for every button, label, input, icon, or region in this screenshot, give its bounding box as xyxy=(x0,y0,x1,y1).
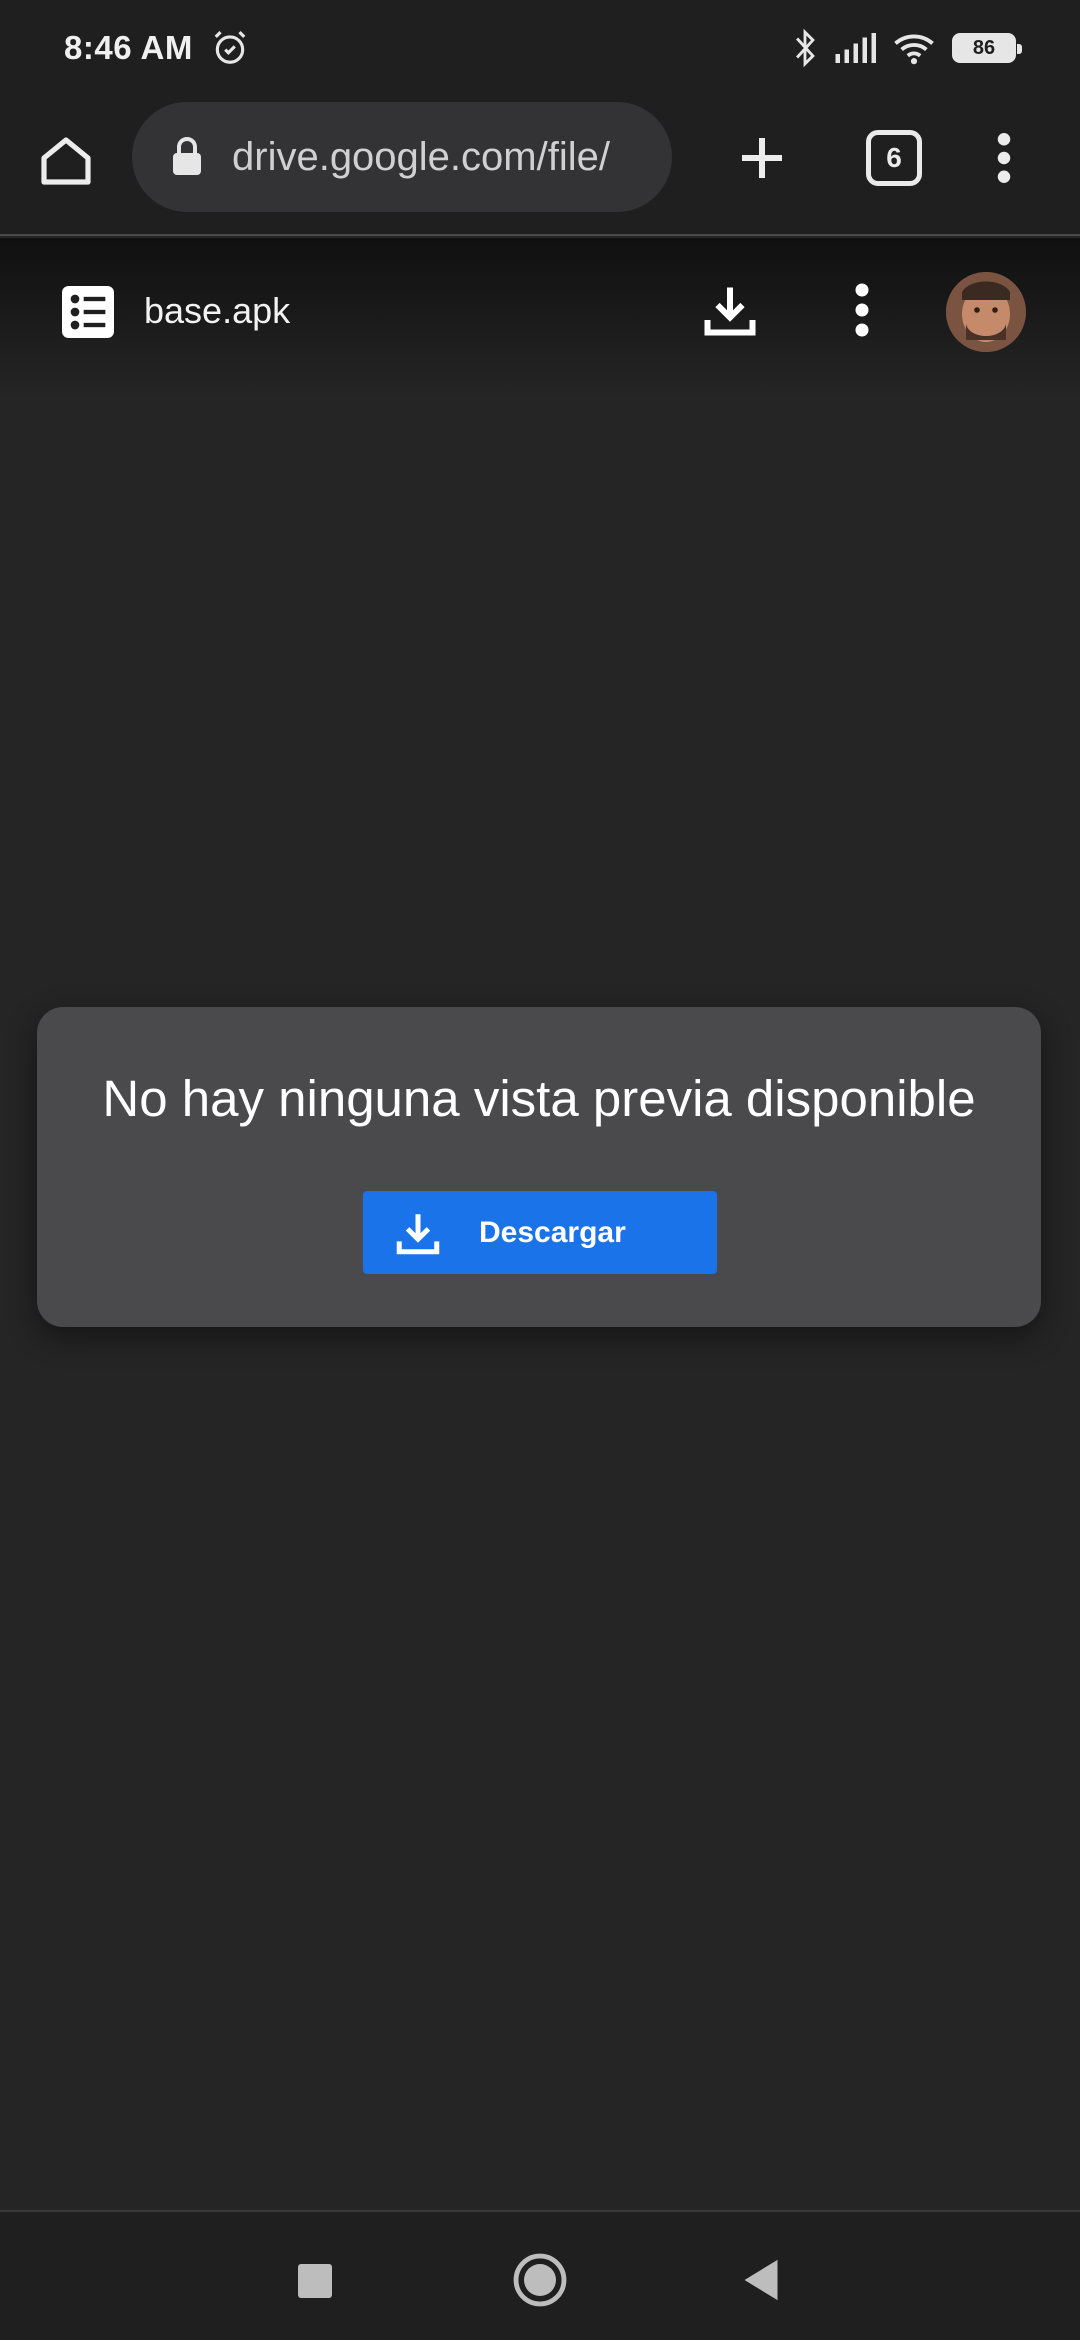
wifi-icon xyxy=(894,34,934,65)
download-icon xyxy=(396,1213,440,1254)
back-icon[interactable] xyxy=(742,2258,780,2302)
system-nav-bar xyxy=(0,2210,1080,2340)
download-button-label: Descargar xyxy=(479,1215,626,1249)
tab-count: 6 xyxy=(886,142,902,173)
no-preview-message: No hay ninguna vista previa disponible xyxy=(102,1070,976,1127)
browser-menu-button[interactable] xyxy=(984,126,1024,190)
status-icons: 86 xyxy=(792,29,1022,67)
no-preview-card: No hay ninguna vista previa disponible D… xyxy=(37,1007,1041,1327)
download-button[interactable]: Descargar xyxy=(363,1191,717,1274)
home-button[interactable] xyxy=(36,130,96,190)
drive-header: base.apk xyxy=(0,238,1080,398)
battery-icon: 86 xyxy=(952,33,1022,63)
signal-icon xyxy=(835,33,876,63)
address-bar[interactable]: drive.google.com/file/ xyxy=(132,102,672,212)
lock-icon xyxy=(173,137,201,175)
more-vert-icon xyxy=(997,133,1011,183)
new-tab-button[interactable] xyxy=(730,126,794,190)
file-type-icon xyxy=(62,286,114,338)
status-time: 8:46 AM xyxy=(64,29,193,66)
more-vert-icon[interactable] xyxy=(842,280,882,340)
avatar-face xyxy=(946,272,1026,352)
home-icon xyxy=(41,137,91,185)
alarm-icon xyxy=(214,31,246,64)
new-tab-icon xyxy=(742,138,782,178)
bluetooth-icon xyxy=(796,29,815,67)
download-icon[interactable] xyxy=(700,280,760,340)
tab-switcher-button[interactable]: 6 xyxy=(866,130,922,186)
avatar[interactable] xyxy=(946,272,1026,352)
battery-level: 86 xyxy=(972,36,996,59)
status-bar: 8:46 AM 86 xyxy=(0,0,1080,96)
recents-icon[interactable] xyxy=(298,2264,332,2298)
url-text: drive.google.com/file/ xyxy=(232,134,610,179)
home-circle-icon[interactable] xyxy=(512,2252,568,2308)
browser-toolbar: drive.google.com/file/ 6 xyxy=(0,96,1080,236)
screen: 8:46 AM 86 drive.google.com/file/ 6 base… xyxy=(0,0,1080,2340)
file-name: base.apk xyxy=(144,290,291,331)
